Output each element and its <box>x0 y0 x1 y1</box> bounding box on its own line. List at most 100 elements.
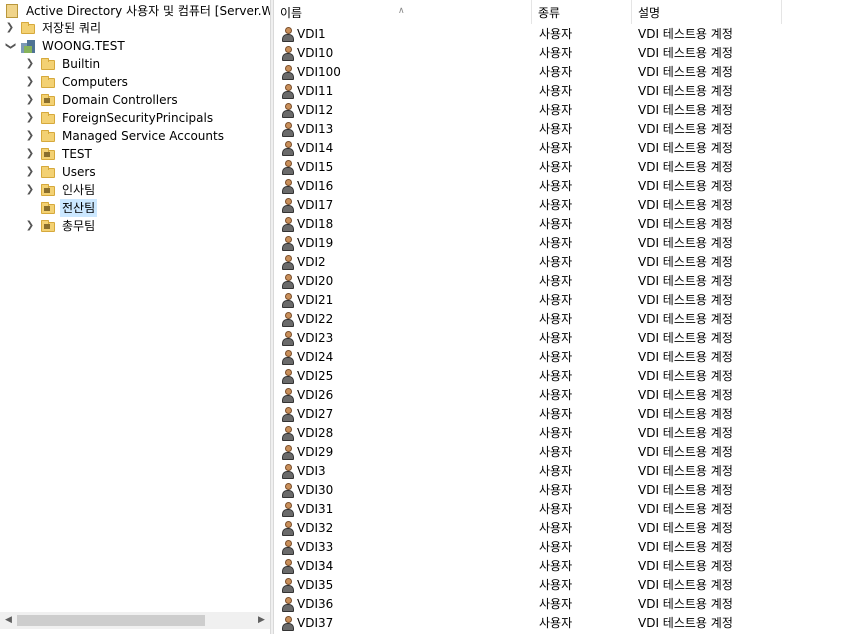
user-name: VDI36 <box>297 597 334 611</box>
list-item[interactable]: VDI36 사용자 VDI 테스트용 계정 <box>274 595 855 614</box>
organizational-unit-icon <box>40 146 56 162</box>
tree-item-label: ForeignSecurityPrincipals <box>62 111 214 125</box>
list-header: 이름 ∧ 종류 설명 <box>274 0 855 24</box>
tree-item-domain[interactable]: ❯ WOONG.TEST <box>4 37 127 55</box>
tree-item[interactable]: ❯ Managed Service Accounts <box>24 127 226 145</box>
chevron-right-icon[interactable]: ❯ <box>24 181 36 199</box>
list-item[interactable]: VDI26 사용자 VDI 테스트용 계정 <box>274 386 855 405</box>
user-icon <box>280 558 296 574</box>
list-item[interactable]: VDI12 사용자 VDI 테스트용 계정 <box>274 101 855 120</box>
list-item[interactable]: VDI23 사용자 VDI 테스트용 계정 <box>274 329 855 348</box>
cell-type: 사용자 <box>539 122 573 136</box>
chevron-right-icon[interactable]: ❯ <box>24 163 36 181</box>
cell-type: 사용자 <box>539 616 573 630</box>
cell-type: 사용자 <box>539 483 573 497</box>
cell-description: VDI 테스트용 계정 <box>638 369 733 383</box>
list-item[interactable]: VDI22 사용자 VDI 테스트용 계정 <box>274 310 855 329</box>
list-item[interactable]: VDI27 사용자 VDI 테스트용 계정 <box>274 405 855 424</box>
cell-type: 사용자 <box>539 369 573 383</box>
cell-description: VDI 테스트용 계정 <box>638 388 733 402</box>
list-item[interactable]: VDI28 사용자 VDI 테스트용 계정 <box>274 424 855 443</box>
list-item[interactable]: VDI18 사용자 VDI 테스트용 계정 <box>274 215 855 234</box>
list-item[interactable]: VDI30 사용자 VDI 테스트용 계정 <box>274 481 855 500</box>
list-item[interactable]: VDI3 사용자 VDI 테스트용 계정 <box>274 462 855 481</box>
cell-description: VDI 테스트용 계정 <box>638 502 733 516</box>
user-icon <box>280 26 296 42</box>
user-name: VDI28 <box>297 426 334 440</box>
tree-item[interactable]: ❯ Domain Controllers <box>24 91 180 109</box>
list-item[interactable]: VDI34 사용자 VDI 테스트용 계정 <box>274 557 855 576</box>
tree-item[interactable]: ❯ Users <box>24 163 98 181</box>
list-item[interactable]: VDI15 사용자 VDI 테스트용 계정 <box>274 158 855 177</box>
user-icon <box>280 178 296 194</box>
folder-icon <box>40 110 56 126</box>
list-item[interactable]: VDI19 사용자 VDI 테스트용 계정 <box>274 234 855 253</box>
list-item[interactable]: VDI14 사용자 VDI 테스트용 계정 <box>274 139 855 158</box>
tree-item[interactable]: 전산팀 <box>24 199 98 217</box>
list-item[interactable]: VDI33 사용자 VDI 테스트용 계정 <box>274 538 855 557</box>
chevron-right-icon[interactable]: ❯ <box>4 19 16 37</box>
list-item[interactable]: VDI32 사용자 VDI 테스트용 계정 <box>274 519 855 538</box>
chevron-right-icon[interactable]: ❯ <box>24 127 36 145</box>
list-item[interactable]: VDI1 사용자 VDI 테스트용 계정 <box>274 25 855 44</box>
cell-description: VDI 테스트용 계정 <box>638 160 733 174</box>
user-icon <box>280 501 296 517</box>
list-item[interactable]: VDI17 사용자 VDI 테스트용 계정 <box>274 196 855 215</box>
column-header-description[interactable]: 설명 <box>632 0 782 24</box>
scrollbar-thumb[interactable] <box>17 615 205 626</box>
chevron-right-icon[interactable]: ❯ <box>24 55 36 73</box>
cell-description: VDI 테스트용 계정 <box>638 141 733 155</box>
tree-root[interactable]: Active Directory 사용자 및 컴퓨터 [Server.WOONG… <box>4 2 270 20</box>
list-item[interactable]: VDI37 사용자 VDI 테스트용 계정 <box>274 614 855 633</box>
tree-item[interactable]: ❯ ForeignSecurityPrincipals <box>24 109 215 127</box>
list-item[interactable]: VDI10 사용자 VDI 테스트용 계정 <box>274 44 855 63</box>
user-icon <box>280 197 296 213</box>
list-item[interactable]: VDI21 사용자 VDI 테스트용 계정 <box>274 291 855 310</box>
list-item[interactable]: VDI24 사용자 VDI 테스트용 계정 <box>274 348 855 367</box>
list-item[interactable]: VDI100 사용자 VDI 테스트용 계정 <box>274 63 855 82</box>
list-item[interactable]: VDI31 사용자 VDI 테스트용 계정 <box>274 500 855 519</box>
user-icon <box>280 273 296 289</box>
cell-description: VDI 테스트용 계정 <box>638 407 733 421</box>
tree-item[interactable]: ❯ Computers <box>24 73 130 91</box>
cell-description: VDI 테스트용 계정 <box>638 84 733 98</box>
cell-description: VDI 테스트용 계정 <box>638 445 733 459</box>
cell-type: 사용자 <box>539 46 573 60</box>
tree-item-label: 저장된 쿼리 <box>42 21 102 35</box>
user-icon <box>280 482 296 498</box>
list-item[interactable]: VDI35 사용자 VDI 테스트용 계정 <box>274 576 855 595</box>
tree-item[interactable]: ❯ TEST <box>24 145 94 163</box>
tree-item[interactable]: ❯ 인사팀 <box>24 181 97 199</box>
user-name: VDI10 <box>297 46 334 60</box>
list-item[interactable]: VDI29 사용자 VDI 테스트용 계정 <box>274 443 855 462</box>
scroll-left-icon[interactable]: ◀ <box>0 612 17 629</box>
tree-item-saved-queries[interactable]: ❯ 저장된 쿼리 <box>4 19 103 37</box>
column-header-type[interactable]: 종류 <box>532 0 632 24</box>
chevron-right-icon[interactable]: ❯ <box>24 217 36 235</box>
chevron-right-icon[interactable]: ❯ <box>24 73 36 91</box>
column-header-name[interactable]: 이름 ∧ <box>274 0 532 24</box>
cell-description: VDI 테스트용 계정 <box>638 293 733 307</box>
cell-type: 사용자 <box>539 141 573 155</box>
cell-type: 사용자 <box>539 84 573 98</box>
folder-icon <box>40 128 56 144</box>
horizontal-scrollbar[interactable]: ◀ ▶ <box>0 612 270 629</box>
tree-item[interactable]: ❯ 총무팀 <box>24 217 97 235</box>
user-name: VDI2 <box>297 255 326 269</box>
user-name: VDI14 <box>297 141 334 155</box>
chevron-right-icon[interactable]: ❯ <box>24 145 36 163</box>
user-name: VDI3 <box>297 464 326 478</box>
list-item[interactable]: VDI20 사용자 VDI 테스트용 계정 <box>274 272 855 291</box>
scroll-right-icon[interactable]: ▶ <box>253 612 270 629</box>
list-item[interactable]: VDI11 사용자 VDI 테스트용 계정 <box>274 82 855 101</box>
chevron-right-icon[interactable]: ❯ <box>24 91 36 109</box>
cell-description: VDI 테스트용 계정 <box>638 426 733 440</box>
list-item[interactable]: VDI13 사용자 VDI 테스트용 계정 <box>274 120 855 139</box>
chevron-down-icon[interactable]: ❯ <box>1 40 19 52</box>
list-item[interactable]: VDI2 사용자 VDI 테스트용 계정 <box>274 253 855 272</box>
chevron-right-icon[interactable]: ❯ <box>24 109 36 127</box>
list-item[interactable]: VDI16 사용자 VDI 테스트용 계정 <box>274 177 855 196</box>
list-item[interactable]: VDI25 사용자 VDI 테스트용 계정 <box>274 367 855 386</box>
tree-item[interactable]: ❯ Builtin <box>24 55 102 73</box>
cell-type: 사용자 <box>539 312 573 326</box>
